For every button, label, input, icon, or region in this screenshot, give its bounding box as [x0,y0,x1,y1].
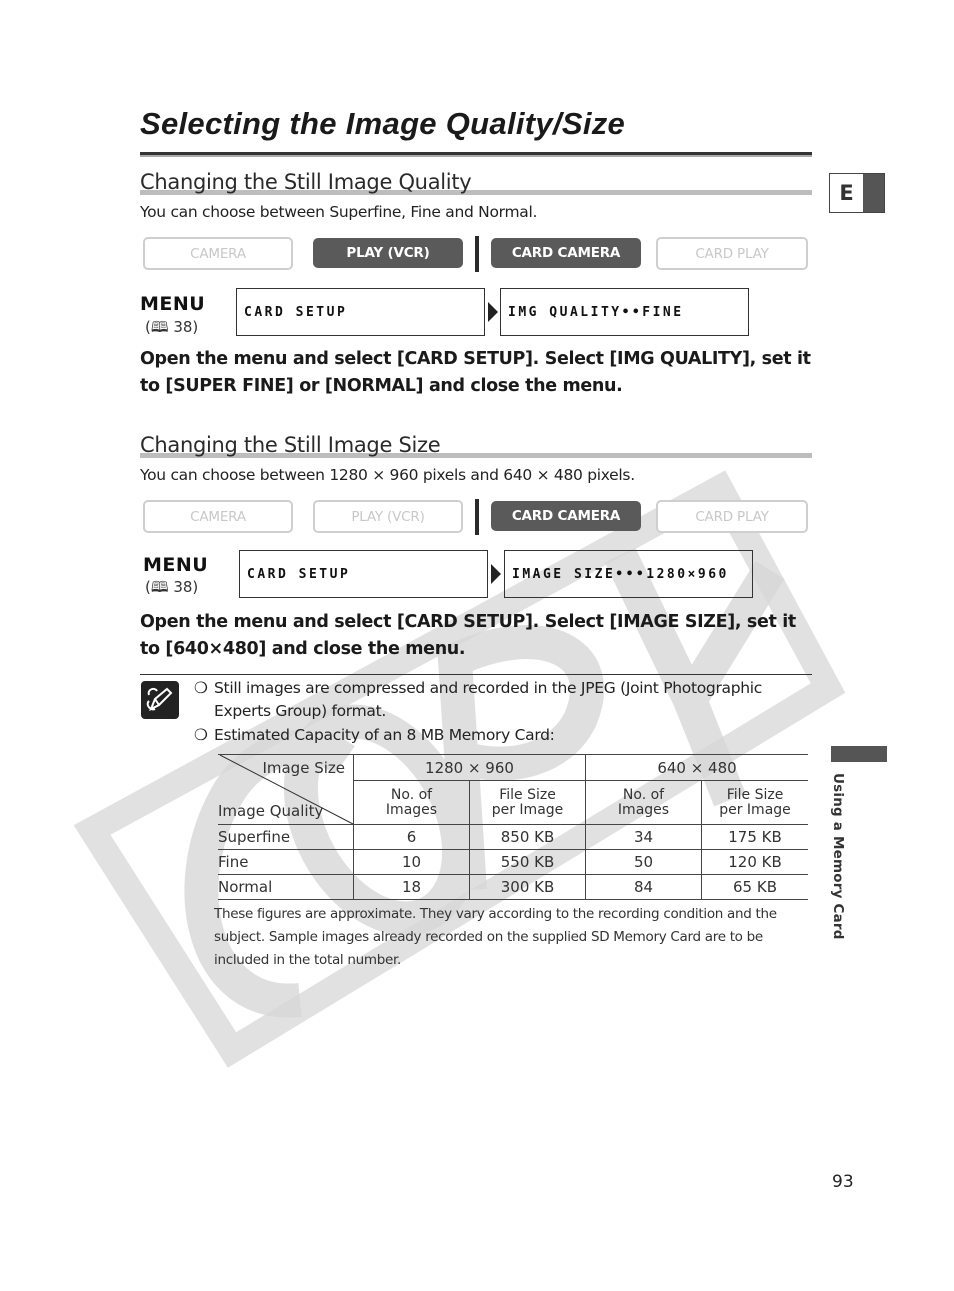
size-group-header: 640 × 480 [585,754,808,781]
mode-play-vcr: PLAY (VCR) [313,500,463,533]
section-quality-heading: Changing the Still Image Quality [140,170,472,194]
value-cell: 300 KB [469,874,586,900]
note-text: Estimated Capacity of an 8 MB Memory Car… [214,726,555,744]
notes-rule [140,674,812,675]
mode-label: CARD CAMERA [511,508,621,524]
pencil-icon [146,687,173,712]
table-footnote: These figures are approximate. They vary… [214,906,777,968]
mode-label: CARD PLAY [695,245,769,262]
mode-card-camera: CARD CAMERA [491,501,641,531]
sub-header: File Size per Image [469,780,586,825]
mode-card-play: CARD PLAY [656,237,808,270]
lcd-menu-card-setup: CARD SETUP [239,550,488,598]
value-cell: 84 [585,874,702,900]
sub-header: No. of Images [353,780,470,825]
quality-cell: Superfine [218,824,354,850]
book-icon: 🕮 [150,578,169,596]
mode-label: CARD CAMERA [511,245,621,261]
capacity-table: Image Size Image Quality 1280 × 960 640 … [218,754,808,900]
size-group-header: 1280 × 960 [353,754,586,781]
mode-camera: CAMERA [143,500,293,533]
lcd-setting-img-quality: IMG QUALITY••FINE [500,288,749,336]
table-corner-cell: Image Size Image Quality [218,754,354,825]
sub-header: No. of Images [585,780,702,825]
value-cell: 18 [353,874,470,900]
section-size-instruction: Open the menu and select [CARD SETUP]. S… [140,612,796,659]
menu-label: MENU [143,554,209,576]
quality-cell: Normal [218,874,354,900]
side-section-label: Using a Memory Card [830,773,846,940]
quality-cell: Fine [218,849,354,875]
book-icon: 🕮 [150,318,169,336]
sub-header: File Size per Image [701,780,808,825]
mode-label: CARD PLAY [695,508,769,525]
side-tab-bar [831,746,887,762]
menu-page-ref: (🕮 38) [145,318,199,336]
language-tab-letter: E [839,181,854,205]
value-cell: 34 [585,824,702,850]
value-cell: 550 KB [469,849,586,875]
value-cell: 850 KB [469,824,586,850]
value-cell: 50 [585,849,702,875]
section-quality-instruction: Open the menu and select [CARD SETUP]. S… [140,349,811,396]
corner-image-quality: Image Quality [218,802,324,820]
title-rule [140,152,812,157]
language-tab-fill [863,174,884,212]
mode-label: CAMERA [190,508,246,525]
mode-camera: CAMERA [143,237,293,270]
value-cell: 10 [353,849,470,875]
corner-image-size: Image Size [262,759,345,777]
mode-label: CAMERA [190,245,246,262]
mode-card-camera: CARD CAMERA [491,238,641,268]
value-cell: 120 KB [701,849,808,875]
language-tab: E [829,173,885,213]
bullet-icon: ❍ [194,679,208,697]
mode-label: PLAY (VCR) [346,245,430,261]
note-item: ❍ Estimated Capacity of an 8 MB Memory Ca… [194,724,555,747]
mode-card-play: CARD PLAY [656,500,808,533]
lcd-menu-card-setup: CARD SETUP [236,288,485,336]
pencil-note-icon [141,681,179,719]
section-size-intro: You can choose between 1280 × 960 pixels… [140,466,635,484]
table-row: Normal 18 300 KB 84 65 KB [218,874,808,900]
section-quality-intro: You can choose between Superfine, Fine a… [140,203,538,221]
note-item: ❍ Still images are compressed and record… [194,677,794,723]
bullet-icon: ❍ [194,726,208,744]
table-row: Fine 10 550 KB 50 120 KB [218,849,808,875]
menu-page-ref: (🕮 38) [145,578,199,596]
chevron-right-icon [491,564,501,584]
table-row: Superfine 6 850 KB 34 175 KB [218,824,808,850]
mode-label: PLAY (VCR) [351,508,425,525]
lcd-setting-image-size: IMAGE SIZE•••1280×960 [504,550,753,598]
page-title: Selecting the Image Quality/Size [140,106,626,141]
mode-play-vcr: PLAY (VCR) [313,238,463,268]
page-number: 93 [832,1172,854,1192]
section-size-heading: Changing the Still Image Size [140,433,441,457]
value-cell: 6 [353,824,470,850]
mode-separator [475,499,479,535]
chevron-right-icon [488,302,498,322]
value-cell: 65 KB [701,874,808,900]
value-cell: 175 KB [701,824,808,850]
menu-label: MENU [140,293,206,315]
mode-separator [475,236,479,272]
note-text: Still images are compressed and recorded… [214,679,763,720]
